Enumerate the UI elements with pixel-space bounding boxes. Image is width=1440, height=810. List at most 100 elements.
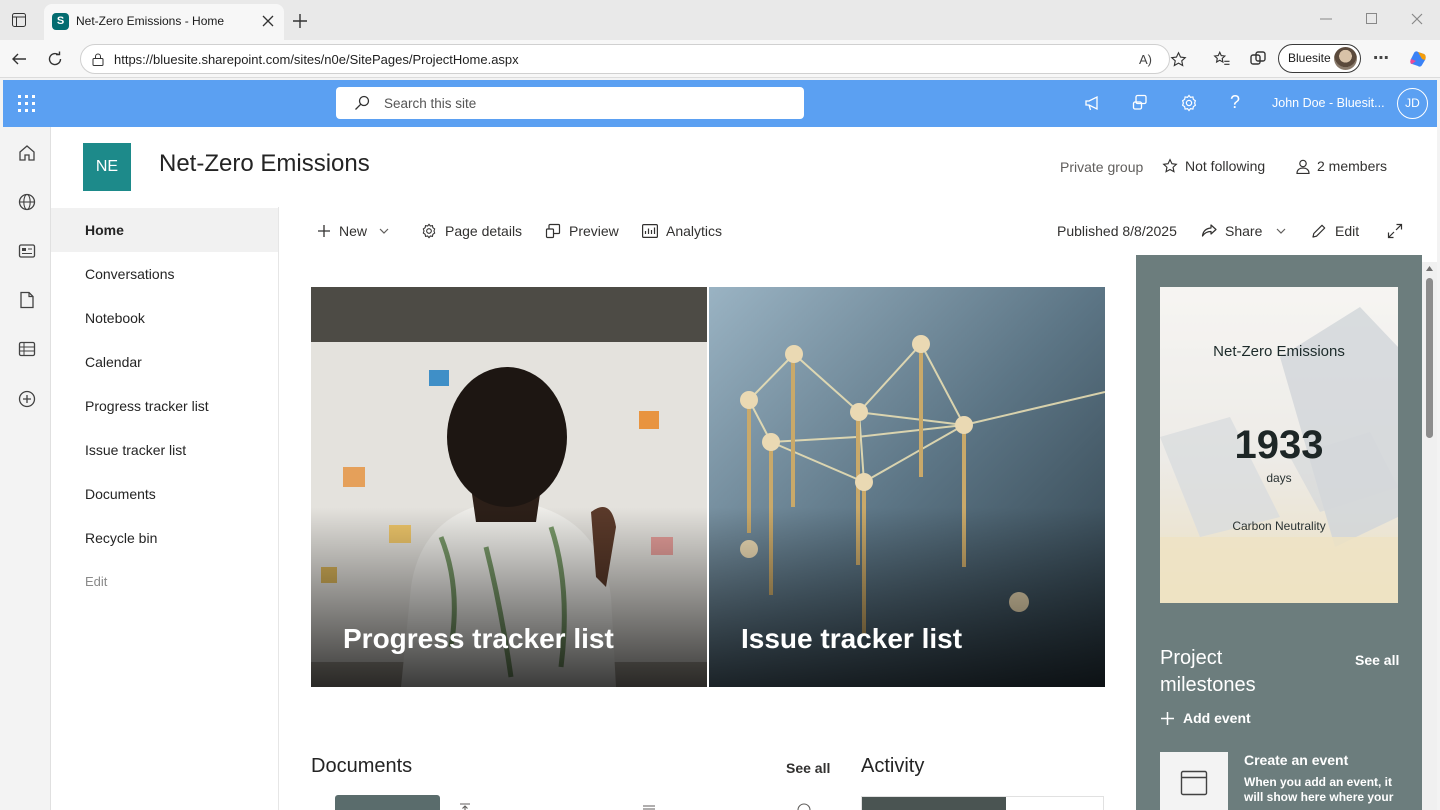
analytics-button[interactable]: Analytics bbox=[642, 222, 722, 240]
nav-item-documents[interactable]: Documents bbox=[51, 472, 278, 516]
countdown-card[interactable]: Net-Zero Emissions 1933 days Carbon Neut… bbox=[1160, 287, 1398, 603]
user-avatar[interactable]: JD bbox=[1397, 88, 1428, 119]
megaphone-icon[interactable] bbox=[1084, 94, 1102, 112]
create-plus-icon[interactable] bbox=[18, 390, 36, 408]
search-placeholder: Search this site bbox=[384, 96, 477, 111]
profile-name: Bluesite bbox=[1288, 51, 1331, 65]
hero-tile-issue-tracker[interactable]: Issue tracker list bbox=[709, 287, 1105, 687]
countdown-unit: days bbox=[1266, 471, 1292, 485]
url-field[interactable]: https://bluesite.sharepoint.com/sites/n0… bbox=[80, 44, 1187, 74]
document-icon[interactable] bbox=[19, 291, 35, 309]
share-icon bbox=[1201, 223, 1217, 239]
copilot-icon[interactable] bbox=[1408, 49, 1428, 69]
browser-address-bar: https://bluesite.sharepoint.com/sites/n0… bbox=[0, 40, 1440, 78]
hero-tile-progress-tracker[interactable]: Progress tracker list bbox=[311, 287, 707, 687]
more-options-icon[interactable]: ⋯ bbox=[1373, 48, 1389, 68]
add-event-button[interactable]: Add event bbox=[1160, 710, 1251, 726]
search-icon bbox=[354, 95, 370, 111]
settings-gear-icon[interactable] bbox=[1180, 94, 1198, 112]
minimize-icon[interactable] bbox=[1320, 18, 1332, 20]
back-arrow-icon[interactable] bbox=[11, 51, 27, 67]
site-logo[interactable]: NE bbox=[83, 143, 131, 191]
follow-button[interactable]: Not following bbox=[1162, 158, 1265, 174]
share-label: Share bbox=[1225, 223, 1263, 239]
countdown-number: 1933 bbox=[1234, 423, 1324, 467]
maximize-icon[interactable] bbox=[1366, 13, 1377, 24]
feedback-icon[interactable] bbox=[1132, 94, 1150, 112]
site-header: NE Net-Zero Emissions Private group Not … bbox=[51, 127, 1437, 207]
documents-see-all[interactable]: See all bbox=[786, 760, 830, 776]
site-title[interactable]: Net-Zero Emissions bbox=[159, 150, 370, 178]
tab-title: Net-Zero Emissions - Home bbox=[76, 14, 225, 28]
star-icon bbox=[1162, 158, 1178, 174]
close-tab-icon[interactable] bbox=[262, 15, 274, 27]
collections-icon[interactable] bbox=[1249, 50, 1267, 68]
page-details-button[interactable]: Page details bbox=[421, 222, 522, 240]
upload-icon[interactable] bbox=[459, 803, 471, 810]
expand-icon bbox=[1387, 223, 1403, 239]
documents-toolbar-new-button[interactable] bbox=[335, 795, 440, 810]
pencil-icon bbox=[1311, 223, 1327, 239]
chevron-down-icon bbox=[379, 228, 389, 234]
documents-title[interactable]: Documents bbox=[311, 755, 412, 778]
nav-item-calendar[interactable]: Calendar bbox=[51, 340, 278, 384]
plus-icon bbox=[317, 224, 331, 238]
nav-item-recycle-bin[interactable]: Recycle bin bbox=[51, 516, 278, 560]
scrollbar-thumb[interactable] bbox=[1426, 278, 1433, 438]
nav-item-issue-tracker[interactable]: Issue tracker list bbox=[51, 428, 278, 472]
create-event-title: Create an event bbox=[1244, 752, 1349, 768]
refresh-icon[interactable] bbox=[47, 51, 63, 67]
create-event-description: When you add an event, it will show here… bbox=[1244, 775, 1394, 804]
read-aloud-icon[interactable]: A) bbox=[1139, 52, 1152, 67]
suite-user-name[interactable]: John Doe - Bluesit... bbox=[1272, 96, 1385, 110]
new-tab-icon[interactable] bbox=[292, 13, 308, 29]
help-icon[interactable]: ? bbox=[1230, 92, 1240, 113]
milestones-heading[interactable]: Project milestones bbox=[1160, 645, 1290, 699]
favorites-list-icon[interactable] bbox=[1213, 50, 1231, 68]
favorite-star-icon[interactable] bbox=[1170, 51, 1187, 68]
members-button[interactable]: 2 members bbox=[1296, 158, 1387, 174]
edit-page-button[interactable]: Edit bbox=[1311, 222, 1359, 240]
preview-button[interactable]: Preview bbox=[545, 222, 619, 240]
info-icon[interactable] bbox=[797, 801, 811, 810]
list-icon[interactable] bbox=[18, 340, 36, 358]
view-options-icon[interactable] bbox=[643, 805, 655, 810]
browser-tab-active[interactable]: S Net-Zero Emissions - Home bbox=[44, 4, 284, 40]
hero-tile-label: Progress tracker list bbox=[343, 623, 614, 654]
url-text: https://bluesite.sharepoint.com/sites/n0… bbox=[114, 52, 519, 67]
lock-icon[interactable] bbox=[92, 53, 104, 66]
tab-actions-icon[interactable] bbox=[12, 13, 26, 27]
nav-item-conversations[interactable]: Conversations bbox=[51, 252, 278, 296]
scroll-up-arrow-icon[interactable] bbox=[1426, 266, 1433, 271]
milestones-see-all[interactable]: See all bbox=[1355, 652, 1399, 668]
nav-edit-link[interactable]: Edit bbox=[51, 560, 278, 604]
event-placeholder-card bbox=[1160, 752, 1228, 810]
site-search-input[interactable]: Search this site bbox=[336, 87, 804, 119]
preview-label: Preview bbox=[569, 223, 619, 239]
nav-item-home[interactable]: Home bbox=[51, 208, 278, 252]
app-launcher-icon[interactable] bbox=[18, 95, 35, 112]
page-scrollbar[interactable] bbox=[1422, 262, 1437, 810]
published-status: Published 8/8/2025 bbox=[1057, 222, 1177, 240]
person-icon bbox=[1296, 159, 1310, 174]
calendar-icon bbox=[1180, 768, 1208, 796]
gear-icon bbox=[421, 223, 437, 239]
activity-card-thumbnail bbox=[862, 797, 1006, 810]
nav-item-notebook[interactable]: Notebook bbox=[51, 296, 278, 340]
suite-bar: Search this site ? John Doe - Bluesit...… bbox=[3, 80, 1437, 127]
profile-button[interactable]: Bluesite bbox=[1278, 44, 1361, 73]
analytics-icon bbox=[642, 224, 658, 238]
nav-item-progress-tracker[interactable]: Progress tracker list bbox=[51, 384, 278, 428]
share-button[interactable]: Share bbox=[1201, 222, 1286, 240]
activity-title: Activity bbox=[861, 755, 925, 777]
expand-button[interactable] bbox=[1387, 222, 1403, 240]
close-window-icon[interactable] bbox=[1411, 13, 1423, 25]
new-button[interactable]: New bbox=[317, 222, 389, 240]
activity-card[interactable] bbox=[861, 796, 1104, 810]
news-icon[interactable] bbox=[18, 242, 36, 260]
home-icon[interactable] bbox=[18, 144, 36, 162]
new-label: New bbox=[339, 223, 368, 239]
hero-tile-label: Issue tracker list bbox=[741, 623, 963, 654]
add-plus-icon bbox=[1160, 711, 1175, 726]
globe-icon[interactable] bbox=[18, 193, 36, 211]
